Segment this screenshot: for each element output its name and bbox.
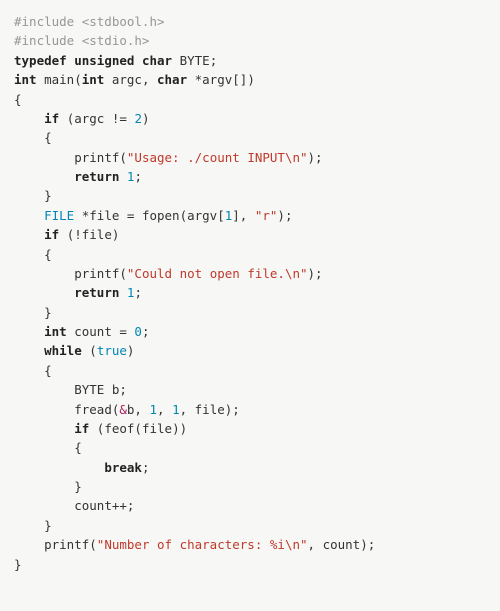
- brace: }: [74, 479, 82, 494]
- punct: ;: [142, 324, 150, 339]
- ident: main(: [37, 72, 82, 87]
- string-literal: "Could not open file.\n": [127, 266, 308, 281]
- punct: ): [142, 111, 150, 126]
- preproc-line: #include <stdbool.h>: [14, 14, 165, 29]
- keyword-if: if: [44, 227, 59, 242]
- brace: }: [44, 305, 52, 320]
- brace: }: [44, 518, 52, 533]
- brace: }: [44, 188, 52, 203]
- operator-amp: &: [119, 402, 127, 417]
- expr: (feof(file)): [89, 421, 187, 436]
- literal-number: 2: [134, 111, 142, 126]
- punct: ,: [157, 402, 172, 417]
- brace: {: [44, 247, 52, 262]
- code-block: #include <stdbool.h> #include <stdio.h> …: [0, 0, 500, 586]
- brace: {: [74, 440, 82, 455]
- expr: (argc !=: [59, 111, 134, 126]
- brace: {: [14, 92, 22, 107]
- keyword-return: return: [74, 169, 119, 184]
- string-literal: "Usage: ./count INPUT\n": [127, 150, 308, 165]
- expr: count =: [67, 324, 135, 339]
- ident: *argv[]): [187, 72, 255, 87]
- brace: {: [44, 130, 52, 145]
- ident: argc,: [104, 72, 157, 87]
- expr: b,: [127, 402, 150, 417]
- punct: );: [308, 266, 323, 281]
- stmt: count++;: [74, 498, 134, 513]
- expr: ],: [232, 208, 255, 223]
- punct: ;: [142, 460, 150, 475]
- keyword-int: int: [14, 72, 37, 87]
- brace: {: [44, 363, 52, 378]
- expr: *file = fopen(argv[: [74, 208, 225, 223]
- keyword-break: break: [104, 460, 142, 475]
- keyword-while: while: [44, 343, 82, 358]
- expr: , file);: [180, 402, 240, 417]
- string-literal: "r": [255, 208, 278, 223]
- string-literal: "Number of characters: %i\n": [97, 537, 308, 552]
- punct: );: [277, 208, 292, 223]
- call-fread: fread(: [74, 402, 119, 417]
- type-file: FILE: [44, 208, 74, 223]
- punct: (: [82, 343, 97, 358]
- keyword-typedef: typedef: [14, 53, 67, 68]
- literal-number: 0: [134, 324, 142, 339]
- expr: , count);: [308, 537, 376, 552]
- keyword-if: if: [44, 111, 59, 126]
- stmt: BYTE b;: [74, 382, 127, 397]
- keyword-char: char: [157, 72, 187, 87]
- brace: }: [14, 557, 22, 572]
- literal-number: 1: [149, 402, 157, 417]
- expr: (!file): [59, 227, 119, 242]
- punct: ): [127, 343, 135, 358]
- keyword-int: int: [82, 72, 105, 87]
- call-printf: printf(: [74, 266, 127, 281]
- preproc-line: #include <stdio.h>: [14, 33, 149, 48]
- keyword-if: if: [74, 421, 89, 436]
- keyword-return: return: [74, 285, 119, 300]
- ident: BYTE;: [172, 53, 217, 68]
- literal-number: 1: [172, 402, 180, 417]
- keyword-char: char: [142, 53, 172, 68]
- keyword-unsigned: unsigned: [74, 53, 134, 68]
- keyword-int: int: [44, 324, 67, 339]
- literal-true: true: [97, 343, 127, 358]
- punct: );: [308, 150, 323, 165]
- call-printf: printf(: [44, 537, 97, 552]
- punct: ;: [134, 285, 142, 300]
- call-printf: printf(: [74, 150, 127, 165]
- punct: ;: [134, 169, 142, 184]
